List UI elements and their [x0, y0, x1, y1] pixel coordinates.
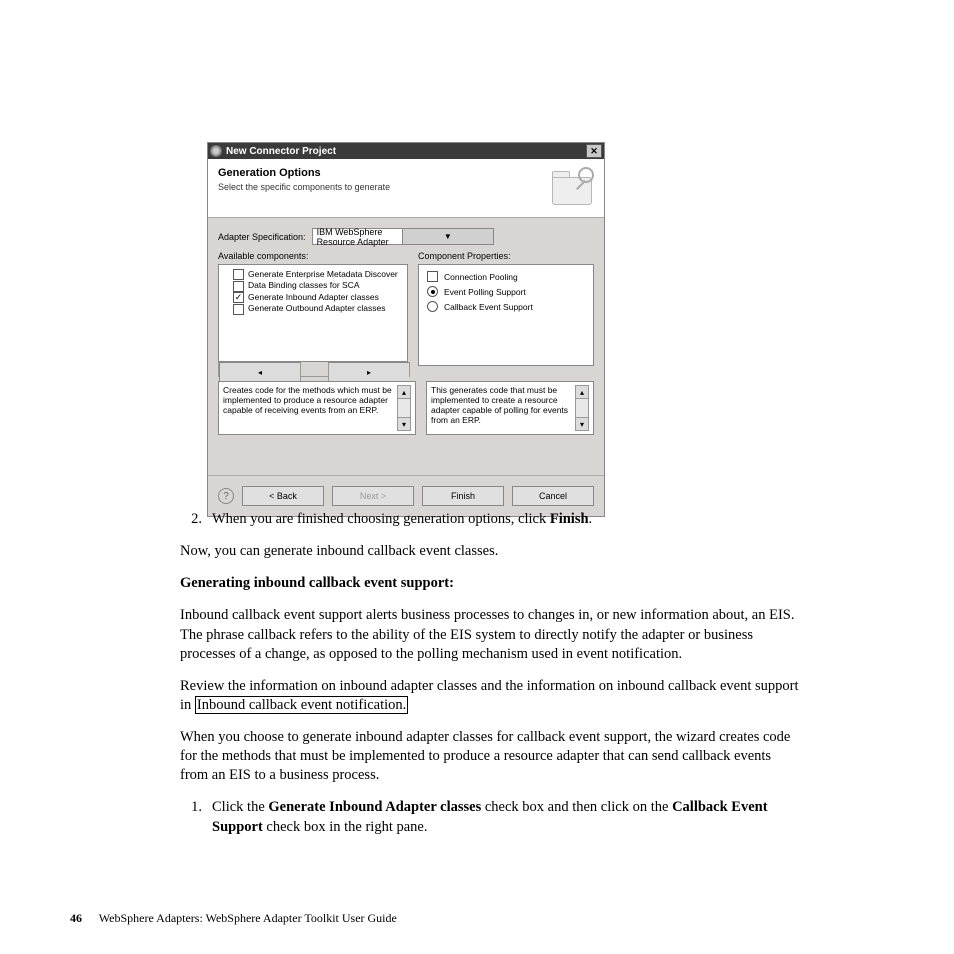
cancel-button[interactable]: Cancel — [512, 486, 594, 506]
wizard-header: Generation Options Select the specific c… — [208, 159, 604, 217]
paragraph: Review the information on inbound adapte… — [180, 677, 800, 715]
spec-value: IBM WebSphere Resource Adapter — [313, 227, 403, 247]
prop-item[interactable]: Connection Pooling — [427, 271, 585, 282]
wizard-title: Generation Options — [218, 167, 550, 179]
radio[interactable] — [427, 301, 438, 312]
step-number: 1. — [180, 798, 212, 836]
right-description: This generates code that must be impleme… — [426, 381, 594, 435]
document-body: 2. When you are finished choosing genera… — [180, 510, 800, 837]
tree-item[interactable]: Data Binding classes for SCA — [223, 280, 403, 291]
radio-selected[interactable] — [427, 286, 438, 297]
scroll-up-icon[interactable]: ▴ — [397, 385, 411, 399]
prop-item[interactable]: Callback Event Support — [427, 301, 585, 312]
scroll-right-icon[interactable]: ▸ — [328, 362, 409, 382]
vertical-scrollbar[interactable]: ▴ ▾ — [397, 385, 411, 431]
page-footer: 46 WebSphere Adapters: WebSphere Adapter… — [70, 911, 397, 926]
checkbox-checked[interactable]: ✓ — [233, 292, 244, 303]
page-number: 46 — [70, 911, 82, 925]
component-properties: Connection Pooling Event Polling Support… — [418, 264, 594, 366]
checkbox[interactable] — [427, 271, 438, 282]
footer-title: WebSphere Adapters: WebSphere Adapter To… — [99, 911, 397, 925]
scroll-down-icon[interactable]: ▾ — [575, 417, 589, 431]
left-description: Creates code for the methods which must … — [218, 381, 416, 435]
finish-button[interactable]: Finish — [422, 486, 504, 506]
help-icon[interactable]: ? — [218, 488, 234, 504]
next-button[interactable]: Next > — [332, 486, 414, 506]
folder-icon — [550, 167, 594, 207]
step-number: 2. — [180, 510, 212, 529]
new-connector-dialog: New Connector Project ✕ Generation Optio… — [207, 142, 605, 517]
scroll-left-icon[interactable]: ◂ — [219, 362, 301, 382]
scroll-down-icon[interactable]: ▾ — [397, 417, 411, 431]
paragraph: When you choose to generate inbound adap… — [180, 728, 800, 785]
inbound-callback-link[interactable]: Inbound callback event notification. — [195, 696, 408, 714]
properties-label: Component Properties: — [418, 251, 594, 261]
available-label: Available components: — [218, 251, 408, 261]
paragraph: Now, you can generate inbound callback e… — [180, 542, 800, 561]
checkbox[interactable] — [233, 304, 244, 315]
vertical-scrollbar[interactable]: ▴ ▾ — [575, 385, 589, 431]
spec-label: Adapter Specification: — [218, 232, 306, 242]
tree-item[interactable]: Generate Outbound Adapter classes — [223, 303, 403, 314]
checkbox[interactable] — [233, 281, 244, 292]
spec-select[interactable]: IBM WebSphere Resource Adapter ▼ — [312, 228, 494, 245]
tree-item[interactable]: ✓ Generate Inbound Adapter classes — [223, 292, 403, 303]
app-icon — [210, 145, 222, 157]
prop-item[interactable]: Event Polling Support — [427, 286, 585, 297]
horizontal-scrollbar[interactable]: ◂ ▸ — [218, 362, 410, 377]
chevron-down-icon[interactable]: ▼ — [402, 229, 493, 244]
checkbox[interactable] — [233, 269, 244, 280]
titlebar: New Connector Project ✕ — [208, 143, 604, 159]
window-title: New Connector Project — [226, 146, 336, 157]
heading: Generating inbound callback event suppor… — [180, 574, 800, 593]
tree-item[interactable]: Generate Enterprise Metadata Discover — [223, 269, 403, 280]
close-icon[interactable]: ✕ — [586, 144, 602, 158]
scroll-up-icon[interactable]: ▴ — [575, 385, 589, 399]
paragraph: Inbound callback event support alerts bu… — [180, 606, 800, 663]
back-button[interactable]: < Back — [242, 486, 324, 506]
available-components-tree[interactable]: Generate Enterprise Metadata Discover Da… — [218, 264, 408, 362]
wizard-subtitle: Select the specific components to genera… — [218, 182, 550, 192]
